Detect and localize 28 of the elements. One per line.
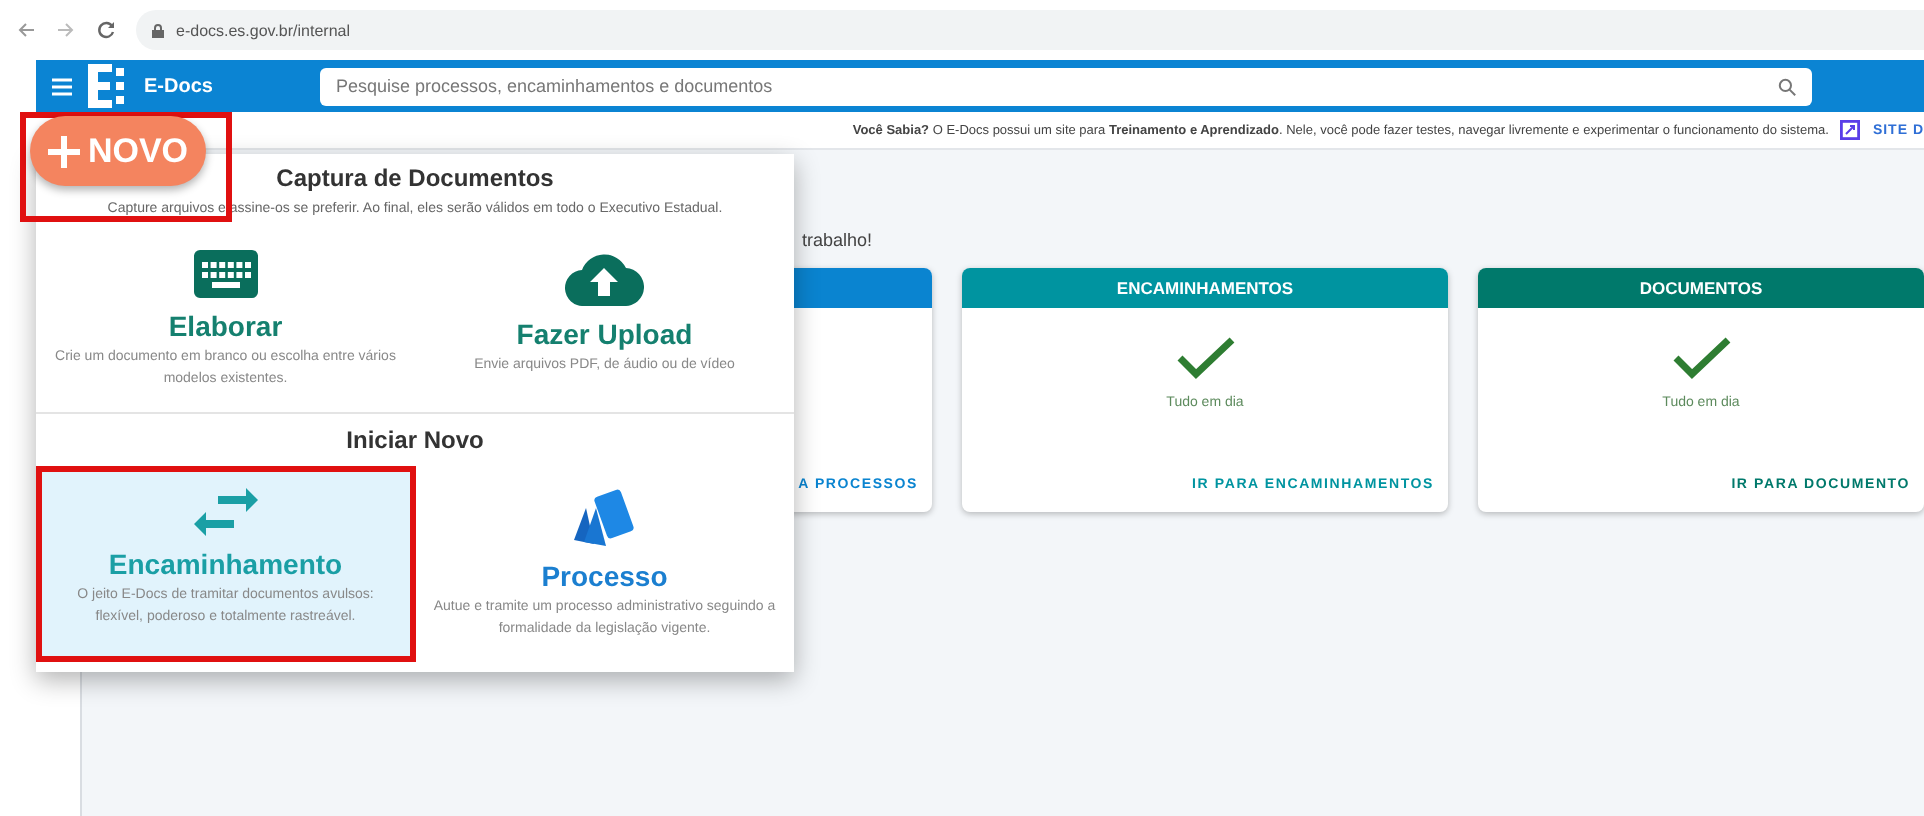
option-title: Encaminhamento xyxy=(108,548,343,580)
menu-icon[interactable] xyxy=(52,77,72,95)
swap-arrows-icon xyxy=(193,488,258,536)
keyboard-icon xyxy=(193,250,258,298)
check-icon xyxy=(1175,336,1235,380)
option-title: Processo xyxy=(541,560,668,592)
new-button[interactable]: NOVO xyxy=(30,116,206,186)
external-link-icon[interactable] xyxy=(1840,120,1861,140)
section-title: Iniciar Novo xyxy=(346,426,484,454)
app-name: E-Docs xyxy=(144,75,215,97)
cloud-upload-icon xyxy=(564,250,645,306)
check-icon xyxy=(1671,336,1731,380)
lock-icon xyxy=(152,23,164,37)
greeting-text: trabalho! xyxy=(802,230,873,250)
url-text: e-docs.es.gov.br/internal xyxy=(176,21,351,39)
option-title: Fazer Upload xyxy=(516,318,693,350)
search-field[interactable]: Pesquise processos, encaminhamentos e documentos xyxy=(320,67,1812,105)
card-title: DOCUMENTOS xyxy=(1639,278,1763,298)
back-icon[interactable] xyxy=(16,20,36,40)
card-title: ENCAMINHAMENTOS xyxy=(1116,278,1294,298)
logo-icon xyxy=(88,64,128,108)
reload-icon[interactable] xyxy=(96,20,116,40)
folders-icon xyxy=(570,488,639,548)
search-icon[interactable] xyxy=(1778,77,1796,95)
option-title: Elaborar xyxy=(168,310,283,342)
section-title: Captura de Documentos xyxy=(276,164,554,192)
address-bar[interactable]: e-docs.es.gov.br/internal xyxy=(136,10,1924,50)
plus-icon xyxy=(47,135,80,167)
